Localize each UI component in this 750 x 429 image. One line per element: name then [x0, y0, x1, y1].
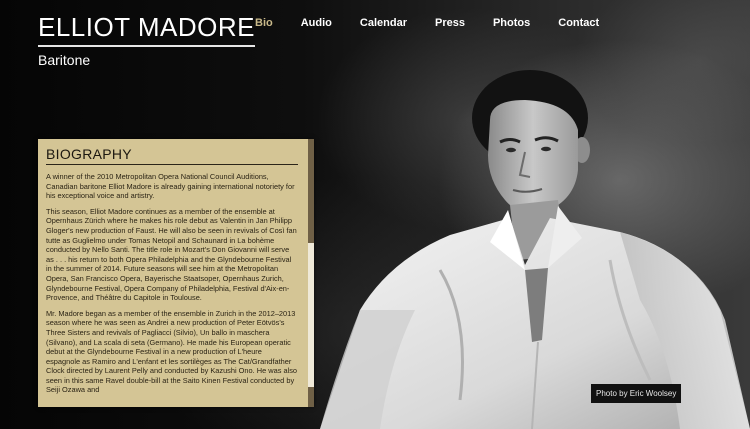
nav-item-audio[interactable]: Audio [301, 17, 332, 29]
bio-paragraph: This season, Elliot Madore continues as … [46, 206, 297, 303]
nav-item-contact[interactable]: Contact [558, 17, 599, 29]
bio-paragraph: A winner of the 2010 Metropolitan Opera … [46, 172, 295, 201]
nav-item-bio[interactable]: Bio [255, 17, 273, 29]
main-nav: Bio Audio Calendar Press Photos Contact [255, 17, 627, 29]
bio-scrollbar-thumb[interactable] [308, 243, 314, 387]
page: ELLIOT MADORE Baritone Bio Audio Calenda… [0, 0, 750, 429]
site-subtitle: Baritone [38, 52, 91, 68]
biography-heading: BIOGRAPHY [46, 146, 298, 165]
bio-paragraph: Mr. Madore began as a member of the ense… [46, 308, 298, 395]
nav-item-press[interactable]: Press [435, 17, 465, 29]
photo-credit: Photo by Eric Woolsey [591, 384, 682, 403]
biography-text: A winner of the 2010 Metropolitan Opera … [46, 172, 298, 395]
nav-item-calendar[interactable]: Calendar [360, 17, 407, 29]
site-title[interactable]: ELLIOT MADORE [38, 13, 255, 47]
portrait-photo [320, 70, 750, 429]
nav-item-photos[interactable]: Photos [493, 17, 530, 29]
biography-panel: BIOGRAPHY A winner of the 2010 Metropoli… [38, 139, 314, 407]
